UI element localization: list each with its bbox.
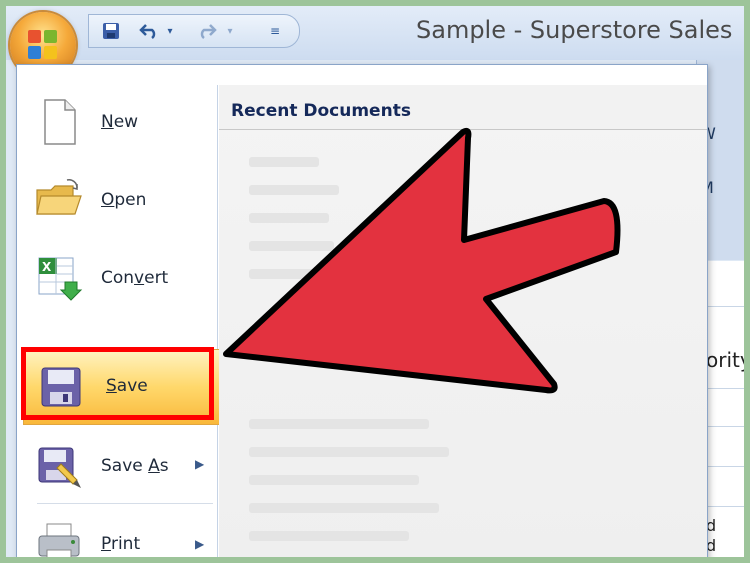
convert-excel-icon: X xyxy=(33,252,85,304)
recent-document-placeholder xyxy=(249,419,429,429)
recent-document-placeholder xyxy=(249,503,439,513)
window-title: Sample - Superstore Sales xyxy=(416,16,733,44)
recent-documents-header: Recent Documents xyxy=(219,85,707,130)
access-key: A xyxy=(148,456,160,476)
recent-document-placeholder xyxy=(249,269,324,279)
access-key: v xyxy=(134,268,145,288)
print-icon xyxy=(33,518,85,557)
office-logo-icon xyxy=(28,30,58,60)
submenu-arrow-icon: ▶ xyxy=(195,537,205,551)
undo-dropdown-icon[interactable]: ▾ xyxy=(163,19,177,43)
quick-access-toolbar: ▾ ▾ ≡ xyxy=(88,14,300,48)
office-menu: New Open X Convert Save Save As ▶ Print … xyxy=(16,64,708,557)
recent-documents-pane: Recent Documents xyxy=(219,85,707,557)
submenu-arrow-icon: ▶ xyxy=(195,457,205,471)
highlight-box xyxy=(21,347,214,420)
recent-document-placeholder xyxy=(249,241,334,251)
menu-item-print[interactable]: Print xyxy=(23,511,215,557)
recent-document-placeholder xyxy=(249,185,339,195)
menu-divider xyxy=(37,503,213,504)
recent-document-placeholder xyxy=(249,157,319,167)
undo-icon[interactable] xyxy=(137,19,161,43)
open-folder-icon xyxy=(33,174,85,226)
redo-dropdown-icon[interactable]: ▾ xyxy=(223,19,237,43)
recent-document-placeholder xyxy=(249,475,419,485)
customize-toolbar-icon[interactable]: ≡ xyxy=(267,19,283,43)
recent-document-placeholder xyxy=(249,213,329,223)
menu-commands: New Open X Convert Save Save As ▶ Print … xyxy=(17,85,221,557)
menu-item-open[interactable]: Open xyxy=(23,167,215,233)
access-key: P xyxy=(101,534,111,554)
menu-item-label: Convert xyxy=(101,268,169,288)
menu-item-save-as[interactable]: Save As xyxy=(23,433,215,499)
excel-window: ▾ ▾ ≡ Sample - Superstore Sales W M t or… xyxy=(6,6,744,557)
recent-documents-title: Recent Documents xyxy=(231,101,411,121)
save-as-icon xyxy=(33,440,85,492)
access-key: N xyxy=(101,112,114,132)
access-key: O xyxy=(101,190,115,210)
menu-item-label: Print xyxy=(101,534,141,554)
menu-item-label: New xyxy=(101,112,139,132)
menu-item-label: Open xyxy=(101,190,147,210)
recent-document-placeholder xyxy=(249,531,409,541)
title-bar: ▾ ▾ ≡ Sample - Superstore Sales xyxy=(6,6,744,60)
new-document-icon xyxy=(33,96,85,148)
redo-icon[interactable] xyxy=(195,19,219,43)
menu-item-convert[interactable]: X Convert xyxy=(23,245,215,311)
recent-document-placeholder xyxy=(249,447,449,457)
column-header-partial: ority xyxy=(706,348,744,372)
menu-item-new[interactable]: New xyxy=(23,89,215,155)
save-icon[interactable] xyxy=(99,19,123,43)
menu-item-label: Save As xyxy=(101,456,169,476)
svg-text:X: X xyxy=(42,260,52,274)
